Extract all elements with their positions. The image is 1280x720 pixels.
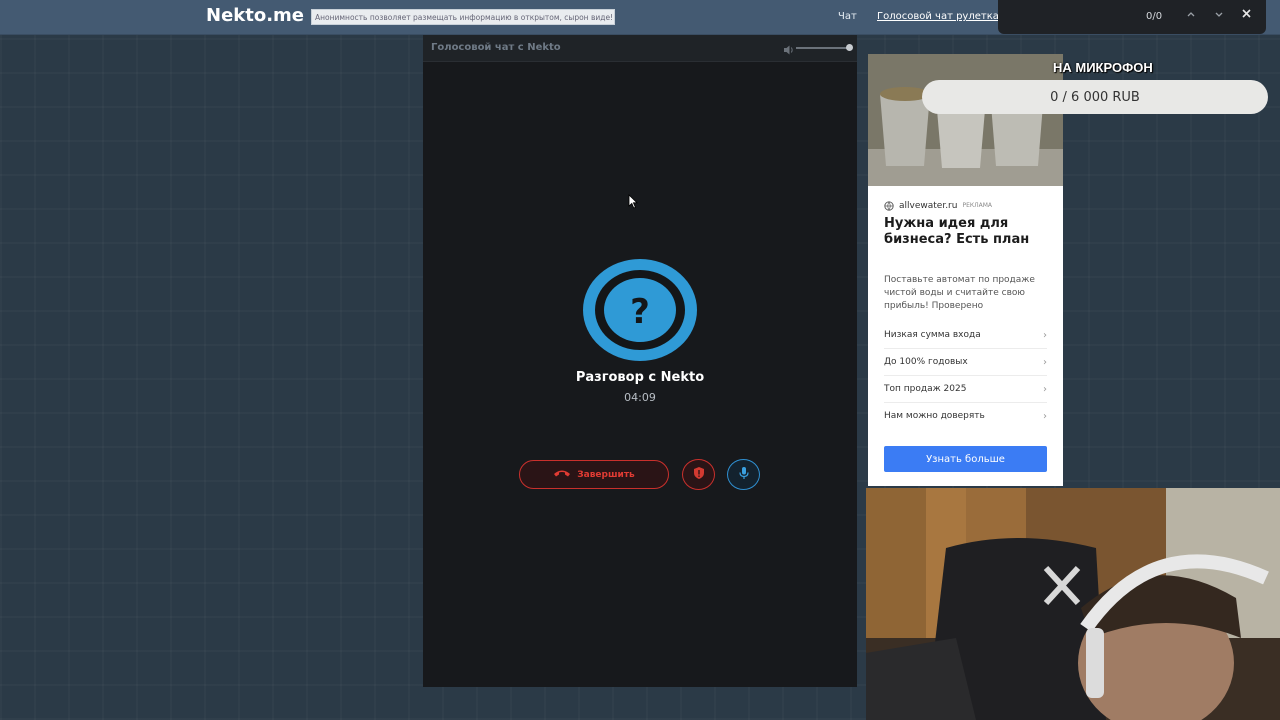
nav-voice-roulette-link[interactable]: Голосовой чат рулетка	[877, 11, 999, 22]
ad-headline[interactable]: Нужна идея для бизнеса? Есть план	[884, 216, 1054, 248]
microphone-toggle-button[interactable]	[727, 459, 760, 490]
volume-slider[interactable]	[796, 47, 848, 49]
donation-goal-bar: 0 / 6 000 RUB	[922, 80, 1268, 114]
microphone-icon	[738, 465, 750, 484]
svg-text:?: ?	[630, 292, 650, 332]
find-match-count: 0/0	[1146, 11, 1163, 22]
hang-up-icon	[553, 468, 571, 481]
ad-feature-item[interactable]: Нам можно доверять ›	[884, 403, 1047, 429]
ad-label: РЕКЛАМА	[962, 202, 993, 209]
ad-domain[interactable]: allvewater.ru	[899, 201, 957, 211]
volume-slider-handle[interactable]	[846, 44, 853, 51]
ad-feature-label: Топ продаж 2025	[884, 384, 967, 394]
ad-feature-item[interactable]: Топ продаж 2025 ›	[884, 376, 1047, 403]
panel-title: Голосовой чат с Nekto	[431, 42, 561, 53]
anonymity-notice: Анонимность позволяет размещать информац…	[311, 9, 615, 25]
volume-icon[interactable]	[783, 41, 795, 60]
end-call-button[interactable]: Завершить	[519, 460, 669, 489]
chevron-down-icon[interactable]	[1214, 8, 1224, 22]
ad-source-row: allvewater.ru РЕКЛАМА	[884, 196, 992, 215]
ad-learn-more-button[interactable]: Узнать больше	[884, 446, 1047, 472]
mouse-cursor-icon	[628, 194, 638, 213]
chevron-right-icon: ›	[1043, 383, 1047, 395]
chevron-right-icon: ›	[1043, 329, 1047, 341]
ad-feature-label: Нам можно доверять	[884, 411, 985, 421]
call-partner-name: Разговор с Nekto	[575, 370, 705, 385]
ad-description: Поставьте автомат по продаже чистой воды…	[884, 275, 1035, 311]
ad-feature-label: Низкая сумма входа	[884, 330, 981, 340]
site-logo[interactable]: Nekto.me	[206, 5, 304, 26]
chevron-up-icon[interactable]	[1186, 8, 1196, 22]
ad-feature-item[interactable]: До 100% годовых ›	[884, 349, 1047, 376]
advertisement-card[interactable]: allvewater.ru РЕКЛАМА Нужна идея для биз…	[868, 54, 1063, 486]
nav-chat-link[interactable]: Чат	[838, 11, 857, 22]
find-bar: 0/0	[998, 0, 1266, 34]
globe-icon	[884, 196, 894, 215]
ad-image[interactable]	[868, 54, 1063, 186]
chevron-right-icon: ›	[1043, 410, 1047, 422]
call-timer: 04:09	[624, 391, 656, 404]
unknown-user-avatar: ?	[583, 259, 697, 361]
voice-call-panel: Голосовой чат с Nekto ? Разговор с Nekto…	[423, 35, 857, 687]
webcam-feed	[866, 488, 1280, 720]
ad-feature-item[interactable]: Низкая сумма входа ›	[884, 322, 1047, 349]
donation-goal-title: НА МИКРОФОН	[1053, 60, 1153, 75]
close-icon[interactable]	[1241, 7, 1252, 23]
shield-icon	[693, 465, 705, 484]
end-call-label: Завершить	[577, 469, 635, 480]
ad-feature-list: Низкая сумма входа › До 100% годовых › Т…	[884, 322, 1047, 429]
chevron-right-icon: ›	[1043, 356, 1047, 368]
ad-feature-label: До 100% годовых	[884, 357, 968, 367]
report-button[interactable]	[682, 459, 715, 490]
panel-header: Голосовой чат с Nekto	[423, 35, 857, 62]
